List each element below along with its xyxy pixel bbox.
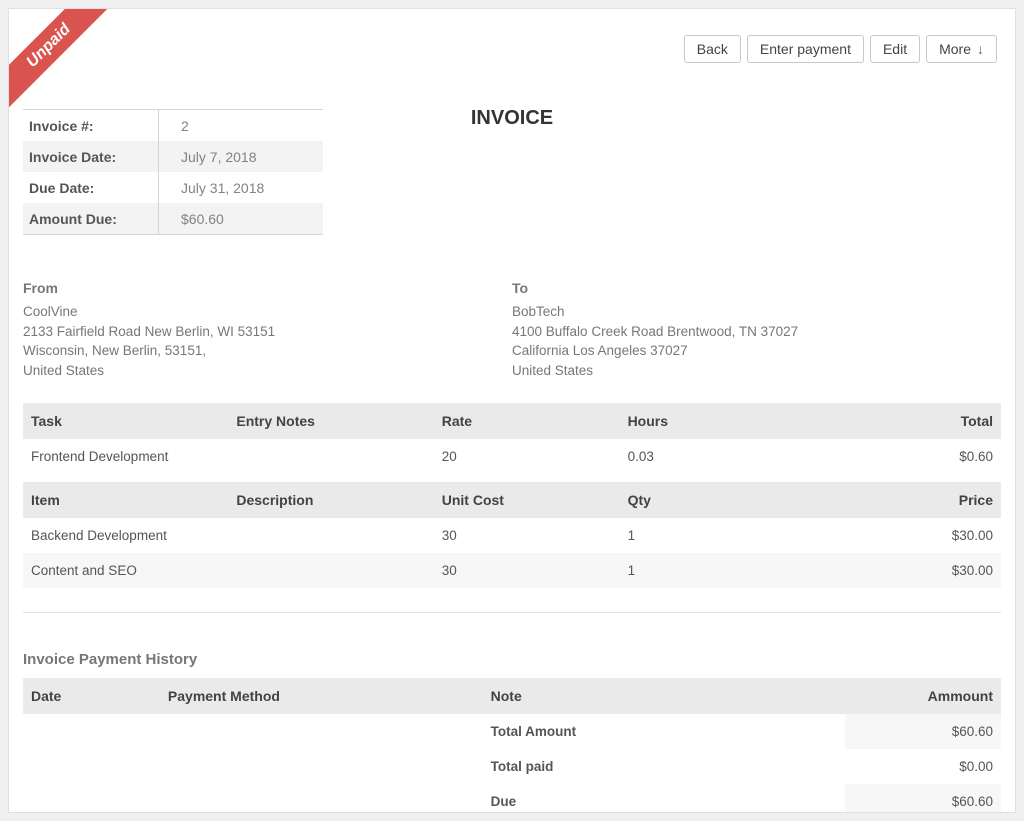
history-th-amount: Ammount [845,678,1002,714]
totals-value: $60.60 [845,784,1002,813]
totals-label: Due [483,784,845,813]
table-row: Frontend Development 20 0.03 $0.60 [23,439,1001,474]
items-th-price: Price [845,482,1002,518]
to-address: To BobTech 4100 Buffalo Creek Road Brent… [512,278,1001,381]
history-heading: Invoice Payment History [23,651,1001,668]
to-name: BobTech [512,302,1001,322]
status-ribbon: Unpaid [8,8,123,120]
items-th-unit: Unit Cost [434,482,620,518]
summary-value: July 31, 2018 [159,180,264,196]
cell-hours: 0.03 [620,439,845,474]
invoice-summary: Invoice #: 2 Invoice Date: July 7, 2018 … [23,109,323,235]
items-th-item: Item [23,482,228,518]
from-heading: From [23,278,512,298]
cell-unit: 30 [434,553,620,588]
toolbar: Back Enter payment Edit More ↓ [684,35,997,63]
to-heading: To [512,278,1001,298]
invoice-page: Unpaid Back Enter payment Edit More↓ INV… [8,8,1016,813]
summary-label: Invoice Date: [23,141,159,172]
from-address: From CoolVine 2133 Fairfield Road New Be… [23,278,512,381]
cell-price: $30.00 [845,553,1002,588]
cell-desc [228,518,433,553]
enter-payment-button[interactable]: Enter payment [747,35,864,63]
history-th-date: Date [23,678,160,714]
history-table: Date Payment Method Note Ammount Total A… [23,678,1001,813]
arrow-down-icon: ↓ [977,41,984,57]
tasks-th-total: Total [845,403,1002,439]
summary-row-invoice-no: Invoice #: 2 [23,110,323,141]
summary-row-amount-due: Amount Due: $60.60 [23,203,323,234]
from-line2: Wisconsin, New Berlin, 53151, [23,341,512,361]
summary-label: Due Date: [23,172,159,203]
totals-label: Total Amount [483,714,845,749]
cell-notes [228,439,433,474]
to-country: United States [512,361,1001,381]
tasks-th-task: Task [23,403,228,439]
divider [23,612,1001,613]
cell-total: $0.60 [845,439,1002,474]
tasks-th-notes: Entry Notes [228,403,433,439]
from-line1: 2133 Fairfield Road New Berlin, WI 53151 [23,322,512,342]
items-table: Item Description Unit Cost Qty Price Bac… [23,482,1001,588]
table-row: Backend Development 30 1 $30.00 [23,518,1001,553]
tasks-table: Task Entry Notes Rate Hours Total Fronte… [23,403,1001,474]
totals-row-total-amount: Total Amount $60.60 [23,714,1001,749]
cell-qty: 1 [620,518,845,553]
totals-row-due: Due $60.60 [23,784,1001,813]
cell-rate: 20 [434,439,620,474]
cell-price: $30.00 [845,518,1002,553]
summary-value: 2 [159,118,189,134]
summary-label: Invoice #: [23,110,159,141]
cell-qty: 1 [620,553,845,588]
more-button[interactable]: More ↓ [926,35,997,63]
history-th-method: Payment Method [160,678,483,714]
summary-label: Amount Due: [23,203,159,234]
to-line2: California Los Angeles 37027 [512,341,1001,361]
totals-label: Total paid [483,749,845,784]
history-th-note: Note [483,678,845,714]
from-name: CoolVine [23,302,512,322]
items-th-desc: Description [228,482,433,518]
cell-unit: 30 [434,518,620,553]
summary-value: $60.60 [159,211,224,227]
back-button[interactable]: Back [684,35,741,63]
totals-value: $60.60 [845,714,1002,749]
edit-button[interactable]: Edit [870,35,920,63]
summary-value: July 7, 2018 [159,149,257,165]
tasks-th-hours: Hours [620,403,845,439]
cell-desc [228,553,433,588]
cell-item: Backend Development [23,518,228,553]
cell-task: Frontend Development [23,439,228,474]
table-row: Content and SEO 30 1 $30.00 [23,553,1001,588]
items-th-qty: Qty [620,482,845,518]
summary-row-invoice-date: Invoice Date: July 7, 2018 [23,141,323,172]
totals-value: $0.00 [845,749,1002,784]
summary-row-due-date: Due Date: July 31, 2018 [23,172,323,203]
cell-item: Content and SEO [23,553,228,588]
from-country: United States [23,361,512,381]
addresses: From CoolVine 2133 Fairfield Road New Be… [9,278,1015,381]
more-button-label: More [939,41,971,57]
to-line1: 4100 Buffalo Creek Road Brentwood, TN 37… [512,322,1001,342]
totals-row-total-paid: Total paid $0.00 [23,749,1001,784]
tasks-th-rate: Rate [434,403,620,439]
